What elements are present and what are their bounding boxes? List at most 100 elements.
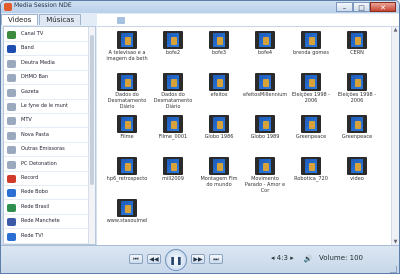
video-tile[interactable]: Greenpeace (335, 115, 379, 140)
scroll-up-icon[interactable]: ▲ (393, 27, 398, 33)
sidebar-item[interactable]: Outras Emissoras (4, 143, 90, 158)
previous-button[interactable]: ⏮ (129, 254, 143, 264)
sidebar-item[interactable]: Le fyne de le munt (4, 100, 90, 114)
sidebar-item[interactable]: Gazeta (4, 86, 90, 100)
video-title: Movimento Parado - Amor e Cor (244, 176, 286, 194)
video-tile[interactable]: Filme_0001 (151, 115, 195, 140)
next-button[interactable]: ⏭ (209, 254, 223, 264)
video-tile[interactable]: bofe2 (151, 31, 195, 56)
video-tile[interactable]: Dados do Desmatamento Diário (105, 73, 149, 110)
video-title: bofe3 (211, 50, 227, 56)
path-bar (97, 14, 399, 27)
sidebar-item[interactable]: Rede TV! (4, 230, 90, 244)
sidebar-item[interactable]: Rede Bobo (4, 186, 90, 201)
aspect-ratio-selector[interactable]: ◂ 4:3 ▸ (271, 254, 294, 262)
video-tile[interactable]: Movimento Parado - Amor e Cor (243, 157, 287, 194)
video-thumbnail-icon (255, 73, 275, 91)
sidebar-item-label: MTV (21, 117, 32, 124)
channel-icon (7, 160, 16, 169)
video-thumbnail-icon (209, 115, 229, 133)
video-tile[interactable]: mill2009 (151, 157, 195, 182)
sidebar-item[interactable]: Deutra Media (4, 57, 90, 71)
channel-icon (7, 88, 16, 97)
video-tile[interactable]: Eleições 1998 - 2006 (289, 73, 333, 104)
video-title: CERN (350, 50, 364, 56)
video-thumbnail-icon (209, 31, 229, 49)
video-tile[interactable]: bofe4 (243, 31, 287, 56)
tv-icon (7, 31, 16, 39)
sidebar-item[interactable]: MTV (4, 114, 90, 129)
video-title: www.stasoulmel (106, 218, 148, 224)
video-title: Globo 1989 (250, 134, 280, 140)
volume-readout: Volume: 100 (319, 254, 363, 262)
sidebar-item-label: Record (21, 175, 39, 181)
volume-icon[interactable]: 🔊 (301, 254, 315, 264)
video-thumbnail-icon (117, 157, 137, 175)
sidebar-scroll-thumb[interactable] (90, 35, 94, 185)
video-title: Greenpeace (295, 134, 327, 140)
video-thumbnail-icon (347, 157, 367, 175)
video-tile[interactable]: Filme (105, 115, 149, 140)
sidebar-item[interactable]: Record (4, 172, 90, 186)
sidebar-item[interactable]: Canal TV (4, 28, 90, 42)
video-tile[interactable]: efeitosMillennium (243, 73, 287, 98)
tab-strip: Videos Músicas (1, 14, 82, 25)
video-tile[interactable]: www.stasoulmel (105, 199, 149, 224)
sidebar-item-label: PC Detonation (21, 160, 57, 167)
channel-icon (7, 117, 16, 126)
sidebar-item[interactable]: Rede Manchete (4, 215, 90, 230)
tab-musicas[interactable]: Músicas (39, 14, 82, 25)
video-tile[interactable]: bofe3 (197, 31, 241, 56)
content-scrollbar[interactable]: ▲ ▼ (391, 27, 399, 245)
video-thumbnail-icon (163, 31, 183, 49)
channel-list[interactable]: Canal TV Band Deutra Media DHMO Ban Gazeta Le… (3, 26, 96, 245)
channel-icon (7, 232, 16, 241)
folder-icon (7, 131, 16, 140)
video-tile[interactable]: Dados do Desmatamento Diário (151, 73, 195, 110)
video-tile[interactable]: efeitos (197, 73, 241, 98)
video-title: Dados do Desmatamento Diário (107, 92, 147, 110)
band-logo-icon (7, 45, 16, 54)
video-thumbnail-icon (255, 115, 275, 133)
pause-button[interactable]: ❚❚ (165, 249, 187, 271)
title-bar[interactable]: Media Session NDE – □ ✕ (1, 1, 399, 13)
video-tile[interactable]: Montagem Fim do mundo (197, 157, 241, 188)
channel-icon (7, 146, 16, 155)
channel-icon (7, 203, 16, 212)
aspect-ratio-value: 4:3 (276, 254, 289, 262)
rewind-button[interactable]: ◀◀ (147, 254, 161, 264)
channel-icon (7, 59, 16, 68)
sidebar-item[interactable]: Rede Brasil (4, 201, 90, 215)
video-title: Eleições 1998 - 2006 (291, 92, 331, 104)
sidebar-item-label: Rede TV! (21, 232, 44, 239)
video-thumbnail-icon (163, 157, 183, 175)
video-tile[interactable]: CERN (335, 31, 379, 56)
tab-videos[interactable]: Videos (1, 14, 39, 25)
video-thumbnail-icon (301, 115, 321, 133)
sidebar-item[interactable]: DHMO Ban (4, 71, 90, 86)
sidebar-item[interactable]: Band (4, 42, 90, 57)
forward-button[interactable]: ▶▶ (191, 254, 205, 264)
maximize-button[interactable]: □ (353, 2, 370, 12)
video-tile[interactable]: Globo 1986 (197, 115, 241, 140)
video-tile[interactable]: brenda gomes (289, 31, 333, 56)
video-tile[interactable]: Eleições 1998 - 2006 (335, 73, 379, 104)
resize-grip[interactable] (390, 266, 397, 273)
channel-icon (7, 218, 16, 227)
video-thumbnail-icon (117, 199, 137, 217)
sidebar-item[interactable]: Nova Pasta (4, 129, 90, 143)
channel-icon (7, 74, 16, 83)
video-title: bofe2 (165, 50, 181, 56)
sidebar-item[interactable]: PC Detonation (4, 158, 90, 172)
video-tile[interactable]: hp6_retrospecto (105, 157, 149, 182)
video-tile[interactable]: Robotica_720 (289, 157, 333, 182)
video-tile[interactable]: Greenpeace (289, 115, 333, 140)
folder-icon[interactable] (117, 17, 125, 24)
video-tile[interactable]: A televisao e a imagem da beth (105, 31, 149, 62)
close-button[interactable]: ✕ (370, 2, 396, 12)
minimize-button[interactable]: – (336, 2, 353, 12)
video-thumbnail-icon (163, 73, 183, 91)
video-tile[interactable]: Globo 1989 (243, 115, 287, 140)
video-tile[interactable]: video (335, 157, 379, 182)
sidebar-item-label: Gazeta (21, 88, 39, 95)
